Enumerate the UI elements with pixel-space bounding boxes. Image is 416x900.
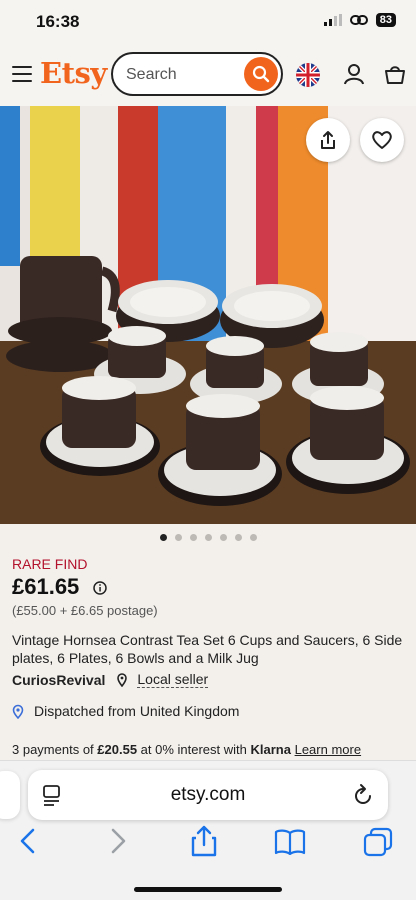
carousel-dots[interactable]: [0, 534, 416, 541]
search-placeholder: Search: [126, 66, 177, 83]
browser-toolbar: etsy.com: [0, 760, 416, 900]
address-bar[interactable]: etsy.com: [28, 770, 388, 820]
forward-icon[interactable]: [108, 827, 128, 855]
status-bar: 16:38 83: [0, 0, 416, 44]
klarna-learn-more-link[interactable]: Learn more: [295, 742, 361, 757]
carousel-dot[interactable]: [159, 534, 167, 541]
link-icon: [349, 15, 368, 25]
klarna-prefix: 3 payments of: [12, 742, 98, 757]
location-pin-icon: [12, 704, 24, 719]
carousel-dot[interactable]: [189, 534, 197, 541]
product-image[interactable]: [0, 106, 416, 524]
price-breakdown: (£55.00 + £6.65 postage): [12, 603, 158, 618]
share-button[interactable]: [306, 118, 350, 162]
carousel-dot[interactable]: [219, 534, 227, 541]
klarna-amount: £20.55: [97, 742, 138, 757]
local-seller-link[interactable]: Local seller: [137, 671, 209, 688]
etsy-logo[interactable]: Etsy: [40, 56, 107, 90]
klarna-middle: at 0% interest with: [137, 742, 251, 757]
favorite-button[interactable]: [360, 118, 404, 162]
url-text: etsy.com: [170, 784, 246, 805]
klarna-info: 3 payments of £20.55 at 0% interest with…: [12, 742, 361, 757]
back-icon[interactable]: [18, 827, 38, 855]
carousel-dot[interactable]: [234, 534, 242, 541]
search-input[interactable]: Search: [111, 52, 283, 96]
share-icon: [321, 131, 335, 149]
carousel-dot[interactable]: [249, 534, 257, 541]
menu-icon[interactable]: [12, 66, 32, 82]
app-header: Etsy Search: [0, 44, 416, 106]
dispatch-text: Dispatched from United Kingdom: [34, 703, 240, 719]
klarna-brand: Klarna: [250, 742, 291, 757]
battery-indicator: 83: [375, 13, 396, 27]
product-photo: [0, 106, 416, 524]
reload-icon[interactable]: [352, 783, 374, 807]
user-icon[interactable]: [343, 63, 365, 85]
home-indicator: [134, 887, 282, 892]
tabs-icon[interactable]: [363, 827, 393, 857]
info-icon[interactable]: [93, 581, 107, 595]
dispatch-info: Dispatched from United Kingdom: [12, 703, 239, 719]
carousel-dot[interactable]: [174, 534, 182, 541]
share-page-icon[interactable]: [190, 825, 218, 857]
listing-title: Vintage Hornsea Contrast Tea Set 6 Cups …: [12, 632, 403, 666]
cart-icon[interactable]: [384, 63, 406, 85]
shop-name-link[interactable]: CuriosRevival: [12, 672, 105, 688]
search-icon: [252, 65, 270, 83]
heart-icon: [372, 131, 392, 149]
search-button[interactable]: [244, 57, 278, 91]
bookmarks-icon[interactable]: [274, 829, 306, 855]
uk-flag-icon[interactable]: [296, 63, 320, 87]
status-icons: 83: [323, 13, 396, 27]
location-pin-icon: [117, 672, 128, 687]
shop-row: CuriosRevival Local seller: [12, 671, 209, 688]
carousel-dot[interactable]: [204, 534, 212, 541]
previous-tab-pill[interactable]: [0, 771, 20, 819]
status-time: 16:38: [36, 12, 80, 31]
signal-icon: [323, 14, 342, 26]
price: £61.65: [12, 574, 80, 599]
rare-find-badge: RARE FIND: [12, 556, 88, 572]
